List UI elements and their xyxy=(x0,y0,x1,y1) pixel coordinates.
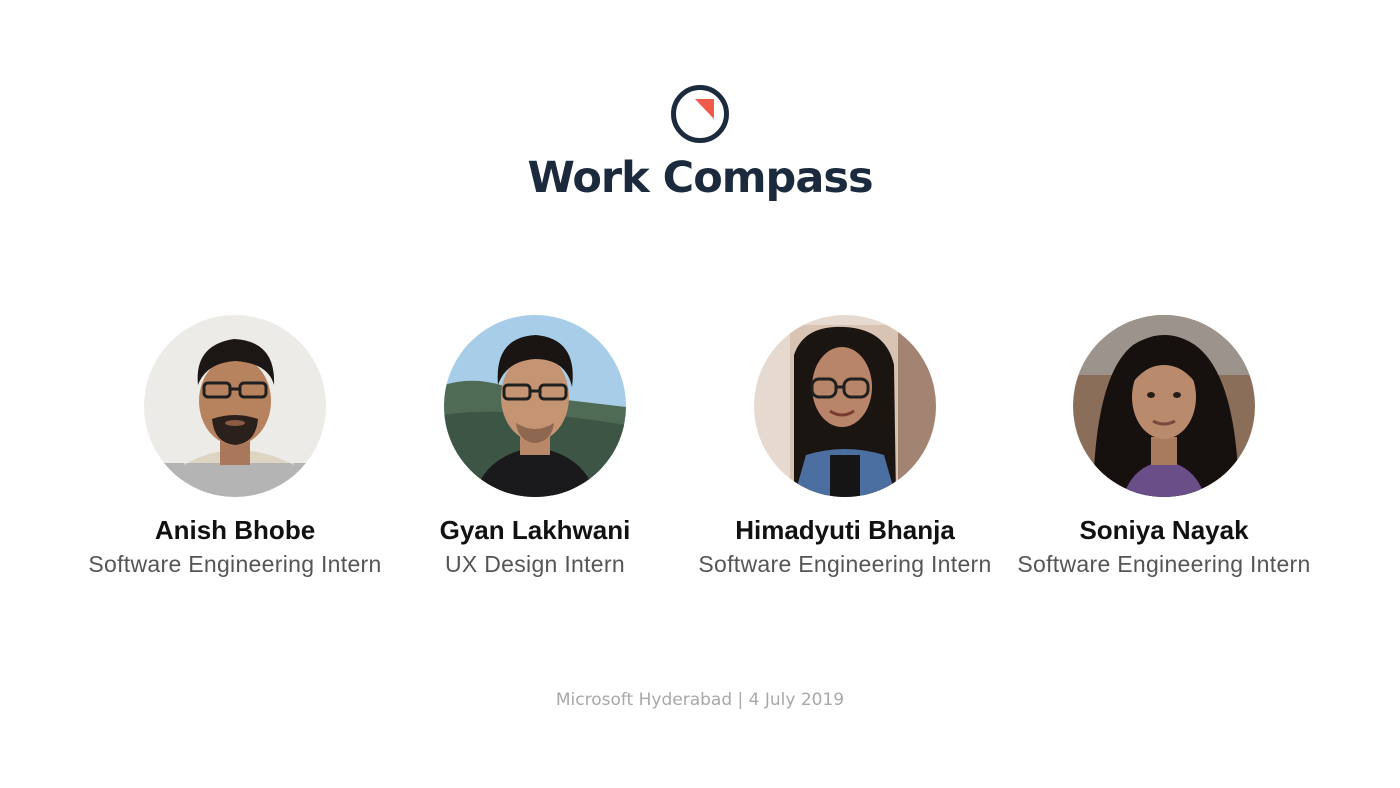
member-role: UX Design Intern xyxy=(445,551,625,577)
avatar xyxy=(444,315,626,497)
member-role: Software Engineering Intern xyxy=(698,551,992,577)
avatar xyxy=(754,315,936,497)
member-name: Himadyuti Bhanja xyxy=(735,515,955,545)
member-name: Anish Bhobe xyxy=(154,515,316,545)
member-role: Software Engineering Intern xyxy=(88,551,382,577)
footer-text: Microsoft Hyderabad | 4 July 2019 xyxy=(555,690,845,710)
member-role: Software Engineering Intern xyxy=(1017,551,1311,577)
team-member-card: Himadyuti Bhanja Software Engineering In… xyxy=(675,315,1015,580)
member-name: Gyan Lakhwani xyxy=(439,515,631,545)
avatar xyxy=(1073,315,1255,497)
team-member-card: Soniya Nayak Software Engineering Intern xyxy=(994,315,1334,580)
team-member-card: Gyan Lakhwani UX Design Intern xyxy=(365,315,705,580)
team-list: Anish Bhobe Software Engineering Intern … xyxy=(0,0,1400,788)
avatar xyxy=(144,315,326,497)
member-name: Soniya Nayak xyxy=(1079,515,1249,545)
team-member-card: Anish Bhobe Software Engineering Intern xyxy=(65,315,405,580)
